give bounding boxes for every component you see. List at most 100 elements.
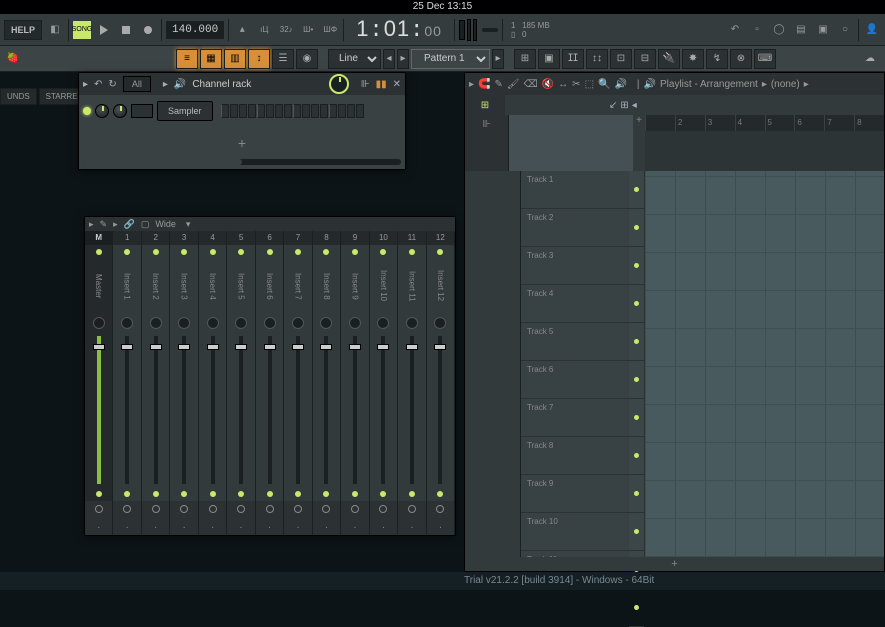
insert-strip[interactable]: Insert 2 <box>142 245 170 501</box>
recording-button[interactable]: ⊡ <box>610 49 632 69</box>
playlist-grid[interactable] <box>645 171 884 557</box>
typing-kb-button[interactable]: ⌨ <box>754 49 776 69</box>
tempo-display[interactable]: 140.000 <box>166 21 224 39</box>
browser-view-button[interactable]: ☰ <box>272 49 294 69</box>
track-mute-dot[interactable] <box>629 513 644 551</box>
mixer-link-icon[interactable]: 🔗 <box>124 219 135 230</box>
pl-draw-icon[interactable]: ✎ <box>494 79 502 90</box>
insert-strip[interactable]: Insert 7 <box>284 245 312 501</box>
step[interactable] <box>302 104 310 118</box>
snap-play[interactable]: ▸ <box>397 49 409 69</box>
track-header[interactable]: Track 10 <box>521 513 629 551</box>
channel-rack-view-button[interactable]: ▥ <box>224 49 246 69</box>
track-mute-dot[interactable] <box>629 209 644 247</box>
countdown-icon[interactable]: ıЦ <box>255 21 273 39</box>
pl-play-icon[interactable]: 🔊 <box>614 79 626 90</box>
channel-led[interactable] <box>83 107 91 115</box>
pl-zoom-icon[interactable]: 🔍 <box>598 79 610 90</box>
loop-icon[interactable]: ШΦ <box>321 21 339 39</box>
pl-erase-icon[interactable]: ⌫ <box>524 79 538 90</box>
blend-icon[interactable]: Ш• <box>299 21 317 39</box>
plugin-button[interactable]: 🔌 <box>658 49 680 69</box>
mixer-menu-icon[interactable]: ▸ <box>89 219 94 230</box>
track-header[interactable]: Track 4 <box>521 285 629 323</box>
mixer-view-label[interactable]: Wide <box>155 219 176 229</box>
browser-tab-sounds[interactable]: UNDS <box>0 88 37 105</box>
track-header[interactable]: Track 6 <box>521 361 629 399</box>
track-mute-dot[interactable] <box>629 475 644 513</box>
track-header[interactable]: Track 1 <box>521 171 629 209</box>
pl-menu-icon[interactable]: ▸ <box>469 79 474 90</box>
step[interactable] <box>293 104 301 118</box>
settings-icon[interactable]: ▣ <box>814 21 832 39</box>
pl-picker-tab[interactable]: ⊪ <box>465 115 509 171</box>
close-windows-button[interactable]: ▣ <box>538 49 560 69</box>
pattern-next[interactable]: ▸ <box>492 49 504 69</box>
channel-rack-header[interactable]: ▸ ↶ ↻ All ▸ 🔊 Channel rack ⊪ ▮▮ ✕ <box>79 73 405 95</box>
insert-strip[interactable]: Insert 3 <box>170 245 198 501</box>
pl-picker-icon[interactable]: ⊞ <box>465 95 505 115</box>
play-button[interactable] <box>95 21 113 39</box>
track-header[interactable]: Track 8 <box>521 437 629 475</box>
pl-slice-icon[interactable]: ✂ <box>572 79 580 90</box>
insert-strip[interactable]: Insert 4 <box>199 245 227 501</box>
insert-strip[interactable]: Insert 9 <box>341 245 369 501</box>
arrangement-name[interactable]: (none) <box>771 79 800 90</box>
insert-strip[interactable]: Insert 1 <box>113 245 141 501</box>
track-header[interactable]: Track 7 <box>521 399 629 437</box>
script-button[interactable]: ↯ <box>706 49 728 69</box>
macros-button[interactable]: ⊗ <box>730 49 752 69</box>
insert-strip[interactable]: Insert 10 <box>370 245 398 501</box>
channel-name-button[interactable]: Sampler <box>157 101 213 121</box>
step[interactable] <box>221 104 229 118</box>
step[interactable] <box>284 104 292 118</box>
step[interactable] <box>347 104 355 118</box>
track-header[interactable]: Track 5 <box>521 323 629 361</box>
pl-slip-icon[interactable]: ↔ <box>558 79 568 90</box>
step[interactable] <box>320 104 328 118</box>
record-button[interactable] <box>139 21 157 39</box>
insert-strip[interactable]: Insert 11 <box>398 245 426 501</box>
step[interactable] <box>257 104 265 118</box>
info-icon[interactable]: ○ <box>836 21 854 39</box>
channel-rack-window[interactable]: ▸ ↶ ↻ All ▸ 🔊 Channel rack ⊪ ▮▮ ✕ Sample… <box>78 72 406 170</box>
close-icon[interactable]: ✕ <box>393 79 401 90</box>
save-icon[interactable]: ▫ <box>748 21 766 39</box>
track-header[interactable]: Track 9 <box>521 475 629 513</box>
pl-picker-add[interactable]: + <box>633 115 645 171</box>
pattern-mode-button[interactable]: SONG <box>73 21 91 39</box>
step[interactable] <box>356 104 364 118</box>
channel-rack-scrollbar[interactable] <box>83 159 401 165</box>
insert-strip[interactable]: Insert 8 <box>313 245 341 501</box>
add-channel-button[interactable]: + <box>79 127 405 159</box>
step[interactable] <box>266 104 274 118</box>
graph-icon[interactable]: ▮▮ <box>376 79 387 90</box>
pl-speaker-icon[interactable]: 🔊 <box>644 79 656 90</box>
channel-pan-knob[interactable] <box>95 104 109 118</box>
step[interactable] <box>239 104 247 118</box>
metronome-icon[interactable]: ▴ <box>233 21 251 39</box>
track-header[interactable]: Track 3 <box>521 247 629 285</box>
track-mute-dot[interactable] <box>629 589 644 627</box>
snap-prev[interactable]: ◂ <box>383 49 395 69</box>
export-icon[interactable]: ▤ <box>792 21 810 39</box>
render-icon[interactable]: ◯ <box>770 21 788 39</box>
master-strip[interactable]: Master <box>85 245 113 501</box>
pl-mute-icon[interactable]: 🔇 <box>542 79 554 90</box>
step-sequencer[interactable] <box>221 104 364 118</box>
tools-button[interactable]: ⊟ <box>634 49 656 69</box>
step[interactable] <box>329 104 337 118</box>
mixer-view-button[interactable]: ↕ <box>248 49 270 69</box>
fruit-icon[interactable]: 🍓 <box>4 50 22 68</box>
menu-icon[interactable]: ↶ <box>94 79 102 90</box>
menu-icon[interactable]: ◧ <box>46 21 64 39</box>
help-button[interactable]: HELP <box>4 20 42 40</box>
insert-strip[interactable]: Insert 12 <box>427 245 455 501</box>
step[interactable] <box>275 104 283 118</box>
pl-select-icon[interactable]: ⬚ <box>585 79 594 90</box>
playlist-header[interactable]: ▸ 🧲 ✎ 🖌 ⌫ 🔇 ↔ ✂ ⬚ 🔍 🔊 | 🔊 Playlist - Arr… <box>465 73 884 95</box>
loop-icon[interactable]: ↻ <box>108 79 116 90</box>
playlist-view-button[interactable]: ≡ <box>176 49 198 69</box>
time-display[interactable]: 1:01:00 <box>348 16 450 43</box>
view-picker-button[interactable]: ⊞ <box>514 49 536 69</box>
